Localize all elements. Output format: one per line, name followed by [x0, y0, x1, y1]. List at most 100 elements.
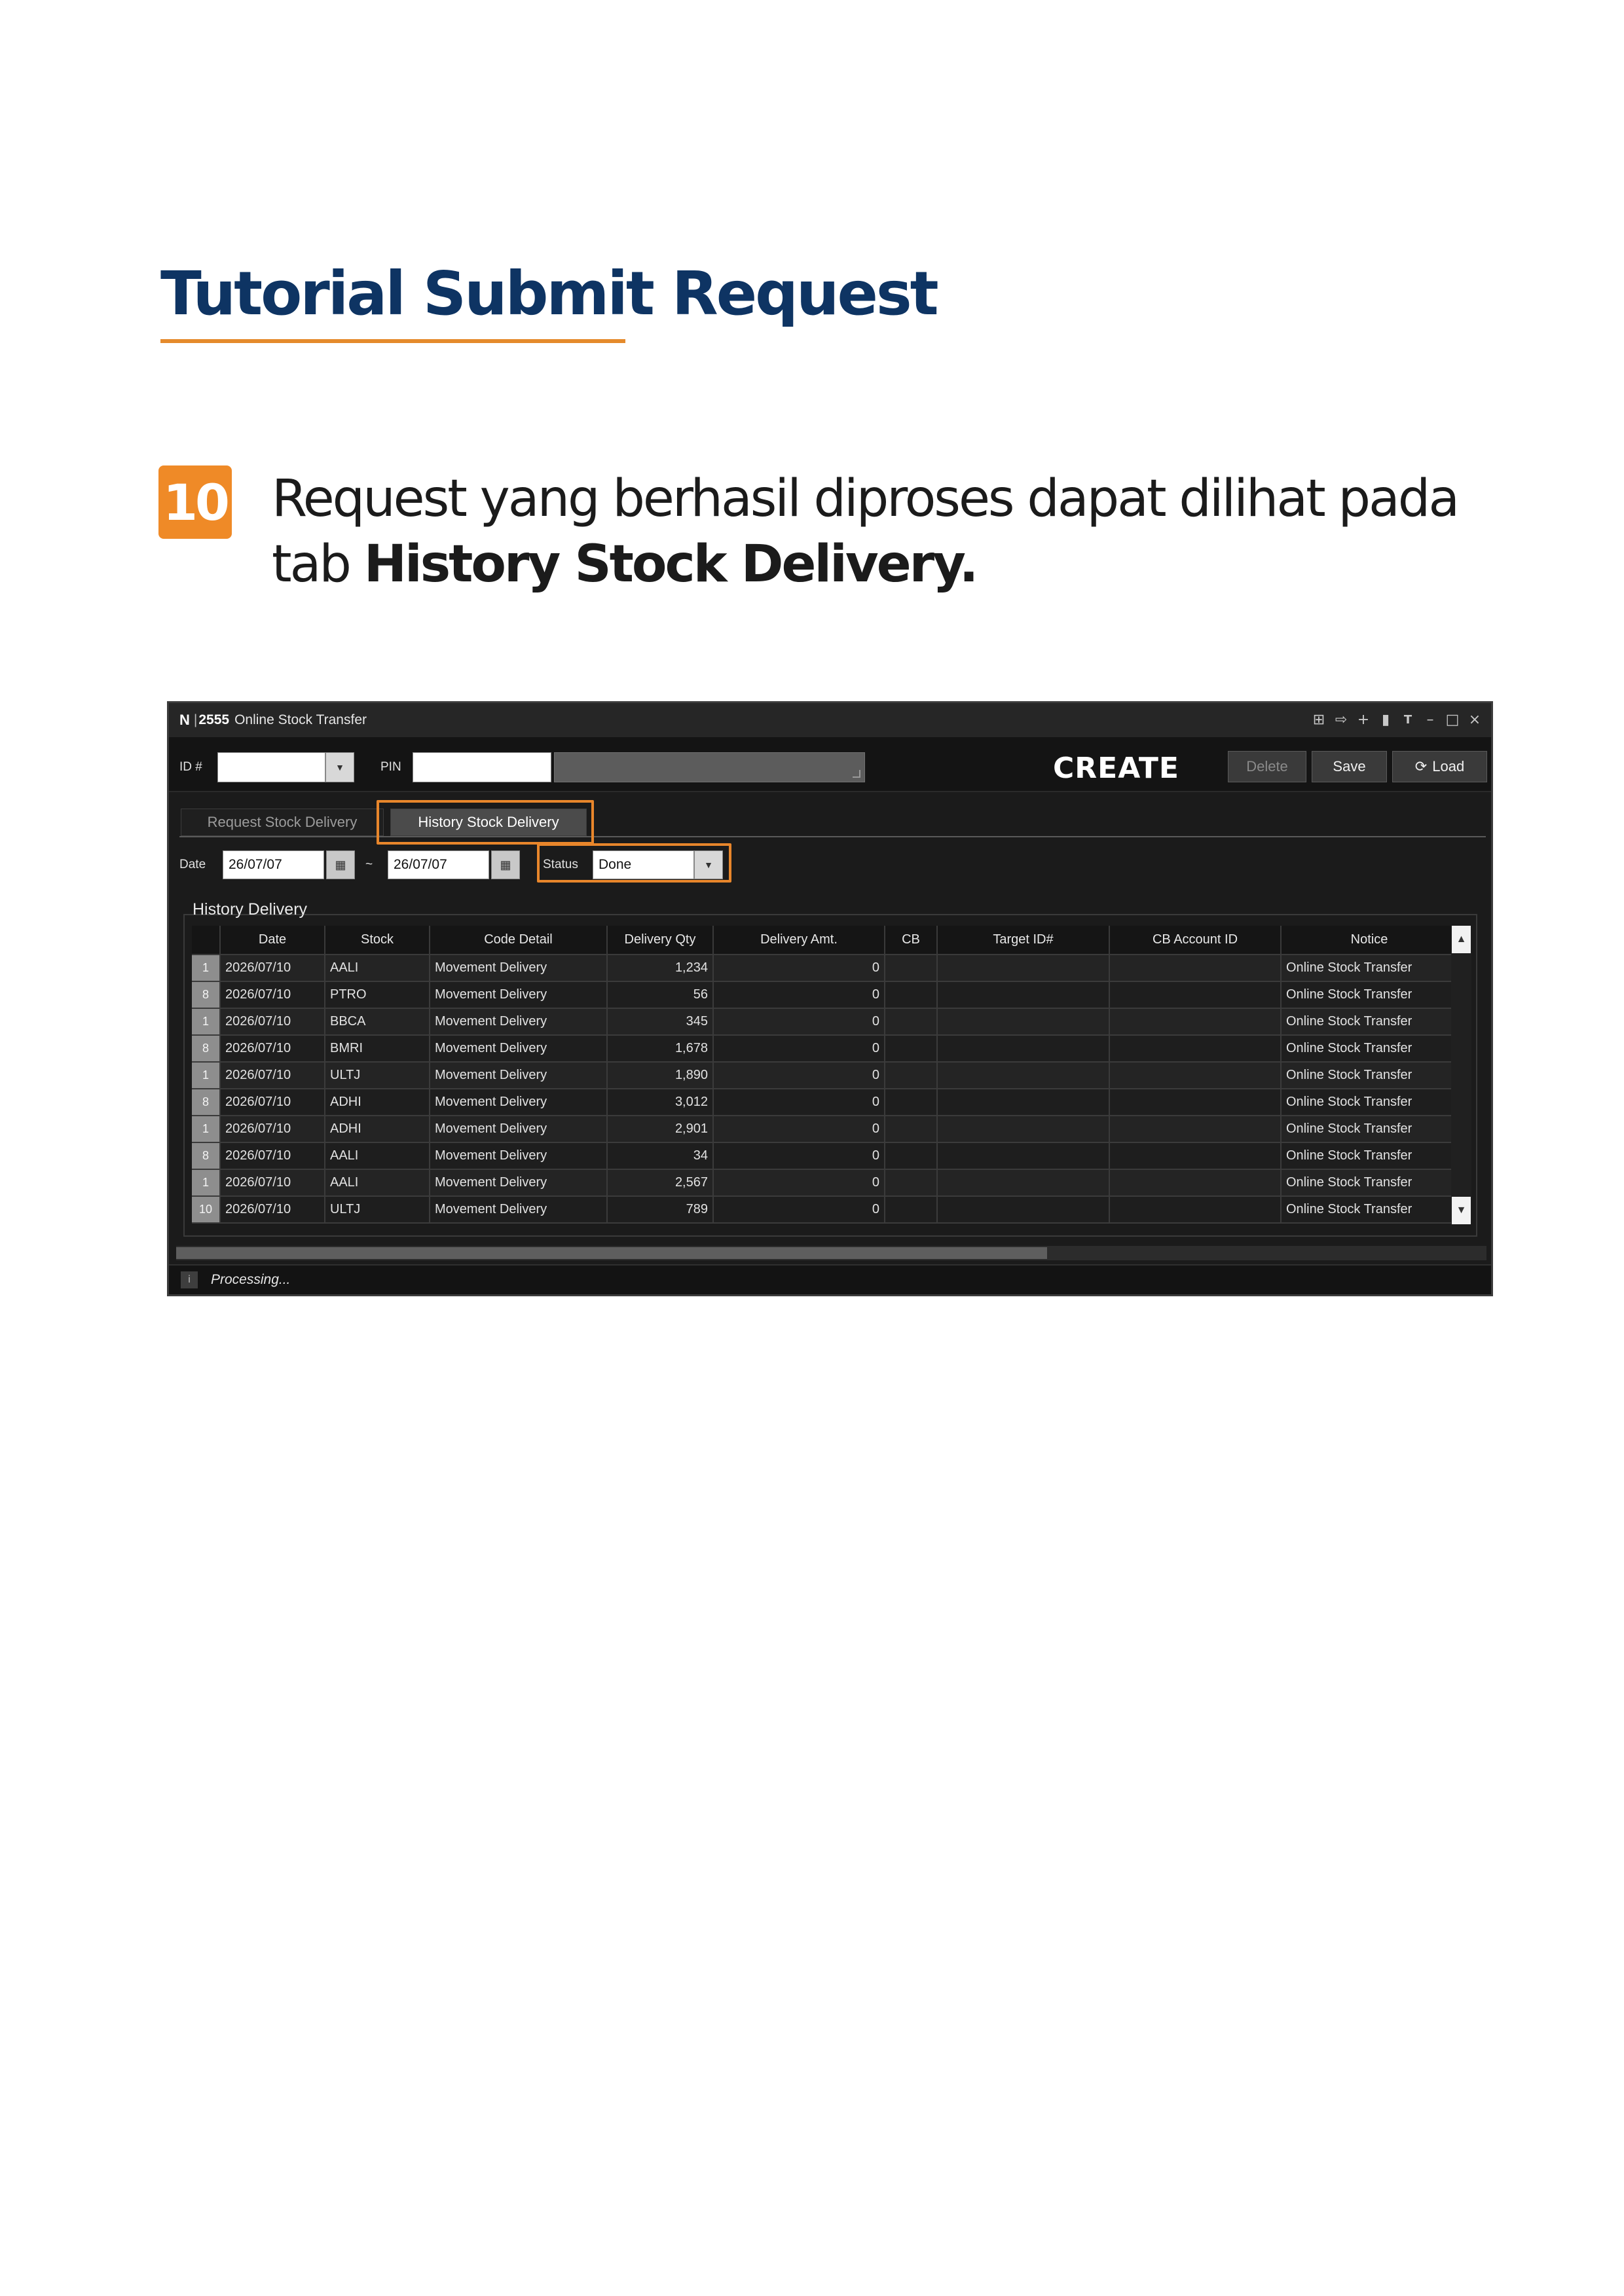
- table-cell: Online Stock Transfer: [1281, 981, 1458, 1009]
- table-cell: Online Stock Transfer: [1281, 1116, 1458, 1143]
- table-row[interactable]: 1 2026/07/10 ULTJ Movement Delivery 1,890 0 On…: [192, 1062, 1471, 1089]
- table-cell: AALI: [325, 1142, 430, 1170]
- column-header[interactable]: CB: [885, 926, 938, 955]
- delete-button[interactable]: Delete: [1228, 751, 1306, 782]
- minimize-icon[interactable]: –: [1420, 710, 1440, 729]
- column-header[interactable]: Target ID#: [937, 926, 1110, 955]
- table-cell: 0: [713, 1169, 885, 1197]
- pin-label: PIN: [380, 760, 401, 774]
- table-cell: Online Stock Transfer: [1281, 1142, 1458, 1170]
- title-separator: |: [193, 712, 198, 727]
- row-number-cell: 1: [192, 1169, 221, 1197]
- account-name-display: [554, 752, 865, 782]
- table-row[interactable]: 8 2026/07/10 AALI Movement Delivery 34 0 Onlin…: [192, 1142, 1471, 1170]
- plus-icon[interactable]: +: [1354, 710, 1373, 729]
- online-stock-transfer-window: N | 2555 Online Stock Transfer ⊞ ⇨ + ▮ T…: [167, 701, 1493, 1296]
- column-header[interactable]: Notice: [1281, 926, 1458, 955]
- font-size-icon[interactable]: T: [1398, 710, 1418, 729]
- table-row[interactable]: 1 2026/07/10 BBCA Movement Delivery 345 0 Onli…: [192, 1008, 1471, 1036]
- row-number-cell: 1: [192, 1116, 221, 1143]
- table-cell: ADHI: [325, 1089, 430, 1116]
- column-header[interactable]: Date: [220, 926, 325, 955]
- info-icon: i: [181, 1271, 198, 1288]
- vertical-scrollbar[interactable]: ▲ ▼: [1451, 926, 1471, 1224]
- table-cell: [885, 981, 938, 1009]
- column-header[interactable]: Delivery Amt.: [713, 926, 885, 955]
- table-cell: [937, 1035, 1110, 1063]
- row-number-cell: 1: [192, 1062, 221, 1089]
- table-cell: Movement Delivery: [430, 1035, 608, 1063]
- table-cell: BMRI: [325, 1035, 430, 1063]
- table-cell: [937, 1169, 1110, 1197]
- column-header[interactable]: Stock: [325, 926, 430, 955]
- load-button[interactable]: ⟳ Load: [1392, 751, 1487, 782]
- step-text-bold: History Stock Delivery.: [363, 535, 979, 594]
- app-logo: N: [179, 712, 190, 728]
- table-row[interactable]: 8 2026/07/10 BMRI Movement Delivery 1,678 0 On…: [192, 1035, 1471, 1063]
- id-dropdown-button[interactable]: ▼: [325, 752, 354, 782]
- step-text-prefix: tab: [272, 535, 364, 594]
- table-cell: Online Stock Transfer: [1281, 1062, 1458, 1089]
- table-cell: Movement Delivery: [430, 1116, 608, 1143]
- table-cell: [885, 1169, 938, 1197]
- table-cell: 345: [607, 1008, 714, 1036]
- tab-request-stock-delivery[interactable]: Request Stock Delivery: [181, 809, 384, 836]
- row-number-cell: 1: [192, 955, 221, 982]
- trash-icon[interactable]: ▮: [1376, 710, 1395, 729]
- table-row[interactable]: 8 2026/07/10 PTRO Movement Delivery 56 0 Onlin…: [192, 981, 1471, 1009]
- save-button[interactable]: Save: [1312, 751, 1387, 782]
- table-cell: [937, 1116, 1110, 1143]
- table-cell: 2026/07/10: [220, 1196, 325, 1224]
- table-cell: 2026/07/10: [220, 1169, 325, 1197]
- table-cell: PTRO: [325, 981, 430, 1009]
- table-cell: [885, 955, 938, 982]
- table-cell: [885, 1196, 938, 1224]
- horizontal-scrollbar[interactable]: [176, 1246, 1486, 1260]
- table-cell: ULTJ: [325, 1196, 430, 1224]
- scroll-down-icon[interactable]: ▼: [1452, 1197, 1471, 1224]
- table-cell: 2026/07/10: [220, 1089, 325, 1116]
- table-cell: 0: [713, 955, 885, 982]
- table-cell: Movement Delivery: [430, 1089, 608, 1116]
- table-cell: ADHI: [325, 1116, 430, 1143]
- table-cell: AALI: [325, 955, 430, 982]
- row-number-header: [192, 926, 221, 955]
- table-cell: [937, 955, 1110, 982]
- table-cell: 0: [713, 1142, 885, 1170]
- table-cell: 2026/07/10: [220, 1008, 325, 1036]
- export-icon[interactable]: ⇨: [1331, 710, 1351, 729]
- table-cell: [937, 1089, 1110, 1116]
- column-header[interactable]: Delivery Qty: [607, 926, 714, 955]
- calendar-icon[interactable]: ▦: [326, 850, 355, 879]
- table-cell: 0: [713, 1116, 885, 1143]
- table-cell: 0: [713, 1062, 885, 1089]
- table-cell: [885, 1008, 938, 1036]
- maximize-icon[interactable]: □: [1443, 710, 1462, 729]
- table-row[interactable]: 1 2026/07/10 ADHI Movement Delivery 2,901 0 On…: [192, 1116, 1471, 1143]
- close-icon[interactable]: ×: [1465, 710, 1485, 729]
- row-number-cell: 8: [192, 981, 221, 1009]
- table-row[interactable]: 10 2026/07/10 ULTJ Movement Delivery 789 0 Onl…: [192, 1196, 1471, 1224]
- scroll-up-icon[interactable]: ▲: [1452, 926, 1471, 953]
- window-title: Online Stock Transfer: [234, 712, 367, 727]
- table-cell: [885, 1062, 938, 1089]
- table-row[interactable]: 8 2026/07/10 ADHI Movement Delivery 3,012 0 On…: [192, 1089, 1471, 1116]
- grid-icon[interactable]: ⊞: [1309, 710, 1329, 729]
- column-header[interactable]: CB Account ID: [1109, 926, 1282, 955]
- date-from-input[interactable]: 26/07/07: [223, 850, 324, 879]
- horizontal-scroll-thumb[interactable]: [176, 1247, 1047, 1259]
- table-cell: Movement Delivery: [430, 1196, 608, 1224]
- table-cell: 56: [607, 981, 714, 1009]
- table-row[interactable]: 1 2026/07/10 AALI Movement Delivery 2,567 0 On…: [192, 1169, 1471, 1197]
- table-row[interactable]: 1 2026/07/10 AALI Movement Delivery 1,234 0 On…: [192, 955, 1471, 982]
- table-cell: [1109, 981, 1282, 1009]
- calendar-icon[interactable]: ▦: [491, 850, 520, 879]
- date-to-input[interactable]: 26/07/07: [388, 850, 489, 879]
- id-input[interactable]: [217, 752, 325, 782]
- table-cell: Online Stock Transfer: [1281, 1008, 1458, 1036]
- pin-input[interactable]: [413, 752, 551, 782]
- date-range-separator: ~: [365, 858, 373, 871]
- column-header[interactable]: Code Detail: [430, 926, 608, 955]
- history-group-title: History Delivery: [193, 900, 308, 919]
- date-label: Date: [179, 858, 206, 871]
